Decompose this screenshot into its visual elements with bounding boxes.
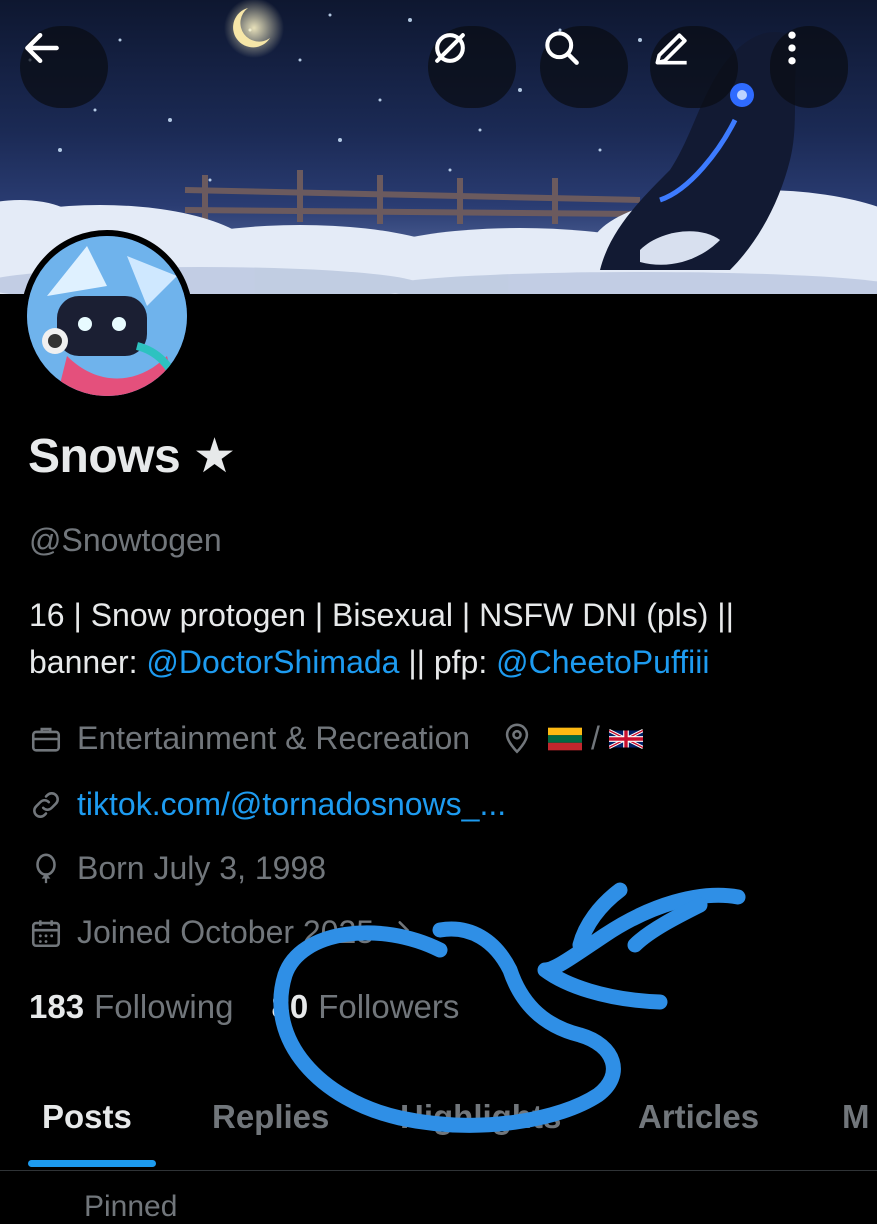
chevron-right-icon[interactable] bbox=[390, 914, 416, 951]
briefcase-icon bbox=[29, 722, 63, 756]
profile-stats: 183 Following 80 Followers bbox=[29, 988, 459, 1026]
more-vertical-icon bbox=[788, 31, 796, 65]
following-label: Following bbox=[94, 988, 234, 1025]
mention-link-doctorshimada[interactable]: @DoctorShimada bbox=[146, 644, 399, 680]
following-count: 183 bbox=[29, 988, 85, 1025]
tab-articles[interactable]: Articles bbox=[638, 1098, 759, 1136]
profile-website-row: tiktok.com/@tornadosnows_... bbox=[29, 786, 506, 823]
location-pin-icon bbox=[500, 722, 534, 756]
link-icon bbox=[29, 788, 63, 822]
profile-birthday: Born July 3, 1998 bbox=[77, 850, 327, 886]
profile-bio: 16 | Snow protogen | Bisexual | NSFW DNI… bbox=[29, 592, 859, 686]
tab-replies[interactable]: Replies bbox=[212, 1098, 329, 1136]
bio-line-2: banner: @DoctorShimada || pfp: @CheetoPu… bbox=[29, 639, 859, 686]
followers-count: 80 bbox=[271, 988, 309, 1025]
search-icon bbox=[545, 31, 579, 65]
following-link[interactable]: 183 Following bbox=[29, 988, 233, 1026]
back-button[interactable] bbox=[20, 26, 108, 108]
profile-tabs: Posts Replies Highlights Articles M bbox=[0, 1080, 877, 1170]
search-button[interactable] bbox=[540, 26, 628, 108]
tab-highlights[interactable]: Highlights bbox=[400, 1098, 561, 1136]
profile-name: Snows ★ bbox=[28, 430, 236, 483]
bio-pfp-label: || pfp: bbox=[399, 644, 497, 680]
circle-slash-icon bbox=[435, 33, 465, 63]
lithuania-flag-icon bbox=[548, 727, 583, 750]
pinned-label: Pinned bbox=[84, 1190, 178, 1223]
more-button[interactable] bbox=[770, 26, 848, 108]
profile-website-link[interactable]: tiktok.com/@tornadosnows_... bbox=[77, 786, 506, 823]
grok-button[interactable] bbox=[428, 26, 516, 108]
edit-button[interactable] bbox=[650, 26, 738, 108]
calendar-icon bbox=[29, 916, 63, 950]
pencil-icon bbox=[655, 33, 687, 65]
balloon-icon bbox=[29, 852, 63, 886]
bio-line-1: 16 | Snow protogen | Bisexual | NSFW DNI… bbox=[29, 597, 734, 633]
profile-joined: Joined October 2025 bbox=[77, 914, 375, 950]
profile-category-row: Entertainment & Recreation / bbox=[29, 720, 643, 757]
tab-media[interactable]: M bbox=[842, 1098, 870, 1136]
profile-category: Entertainment & Recreation bbox=[77, 720, 471, 756]
avatar-image bbox=[27, 236, 187, 396]
bio-banner-label: banner: bbox=[29, 644, 147, 680]
location-separator: / bbox=[582, 720, 609, 756]
mention-link-cheetopuffiii[interactable]: @CheetoPuffiii bbox=[496, 644, 709, 680]
profile-birthday-row: Born July 3, 1998 bbox=[29, 850, 326, 887]
arrow-left-icon bbox=[25, 32, 59, 64]
active-tab-indicator bbox=[28, 1160, 156, 1167]
tab-posts[interactable]: Posts bbox=[42, 1098, 132, 1136]
followers-label: Followers bbox=[318, 988, 460, 1025]
profile-joined-row: Joined October 2025 bbox=[29, 914, 416, 951]
profile-avatar[interactable] bbox=[21, 230, 193, 402]
followers-link[interactable]: 80 Followers bbox=[271, 988, 459, 1026]
profile-handle: @Snowtogen bbox=[29, 522, 222, 558]
uk-flag-icon bbox=[608, 728, 643, 749]
